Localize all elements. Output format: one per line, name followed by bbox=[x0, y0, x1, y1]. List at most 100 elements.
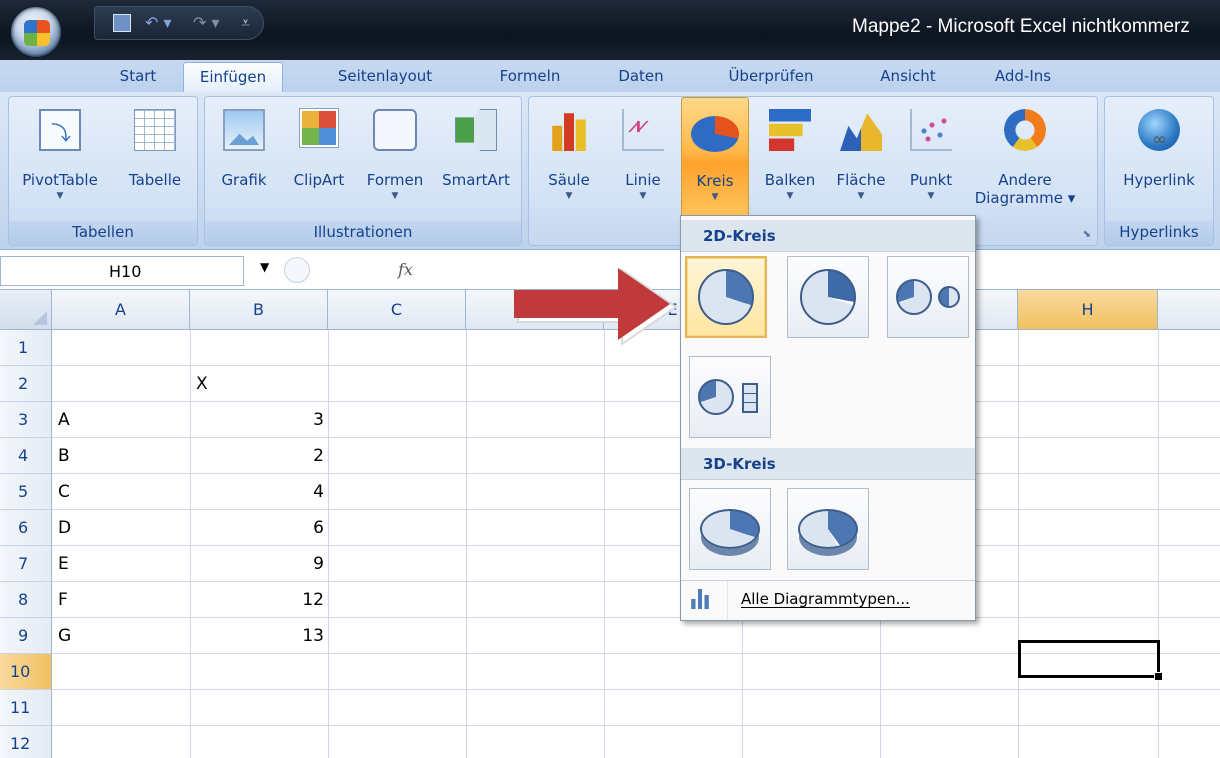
chevron-down-icon: ▼ bbox=[391, 191, 399, 201]
tab-ueberpruefen[interactable]: Überprüfen bbox=[713, 62, 829, 92]
row-header-3[interactable]: 3 bbox=[0, 402, 52, 438]
row-header-4[interactable]: 4 bbox=[0, 438, 52, 474]
row-header-2[interactable]: 2 bbox=[0, 366, 52, 402]
bar-chart-icon bbox=[769, 109, 811, 151]
exploded-pie-option[interactable] bbox=[787, 256, 869, 338]
formen-button[interactable]: Formen ▼ bbox=[357, 97, 433, 217]
pie-2d-option[interactable] bbox=[685, 256, 767, 338]
undo-icon[interactable]: ↶ ▾ bbox=[145, 13, 172, 32]
cell-a4[interactable]: B bbox=[58, 438, 70, 474]
section-header-2d-kreis: 2D-Kreis bbox=[681, 220, 975, 252]
tab-formeln[interactable]: Formeln bbox=[490, 62, 570, 92]
group-label-hyperlinks: Hyperlinks bbox=[1105, 221, 1213, 245]
scatter-chart-icon bbox=[910, 109, 952, 151]
cell-b3[interactable]: 3 bbox=[190, 402, 328, 438]
column-header-b[interactable]: B bbox=[190, 290, 328, 330]
row-header-12[interactable]: 12 bbox=[0, 726, 52, 758]
tabelle-button[interactable]: Tabelle bbox=[117, 97, 193, 217]
row-divider bbox=[52, 365, 1220, 366]
row-header-5[interactable]: 5 bbox=[0, 474, 52, 510]
row-header-6[interactable]: 6 bbox=[0, 510, 52, 546]
row-divider bbox=[52, 689, 1220, 690]
pie-of-pie-icon bbox=[896, 277, 960, 317]
row-header-10[interactable]: 10 bbox=[0, 654, 52, 690]
cell-b7[interactable]: 9 bbox=[190, 546, 328, 582]
clipart-button[interactable]: ClipArt bbox=[285, 97, 353, 217]
office-logo-icon bbox=[24, 20, 50, 46]
andere-diagramme-button[interactable]: Andere Diagramme ▾ bbox=[969, 97, 1081, 217]
cell-a3[interactable]: A bbox=[58, 402, 70, 438]
kreis-button[interactable]: Kreis ▼ bbox=[681, 97, 749, 217]
balken-button[interactable]: Balken ▼ bbox=[755, 97, 825, 217]
select-all-button[interactable] bbox=[0, 290, 52, 330]
column-header-i[interactable] bbox=[1158, 290, 1220, 330]
pivottable-label: PivotTable bbox=[22, 171, 98, 189]
exploded-pie-3d-icon bbox=[798, 509, 858, 549]
column-header-h[interactable]: H bbox=[1018, 290, 1158, 330]
cell-b9[interactable]: 13 bbox=[190, 618, 328, 654]
clipart-icon bbox=[299, 108, 339, 148]
exploded-pie-3d-option[interactable] bbox=[787, 488, 869, 570]
tab-daten[interactable]: Daten bbox=[608, 62, 674, 92]
tab-add-ins[interactable]: Add-Ins bbox=[984, 62, 1062, 92]
worksheet-grid[interactable]: A B C D E F G H 1 2 3 4 5 6 7 8 9 10 11 … bbox=[0, 290, 1220, 758]
tab-ansicht[interactable]: Ansicht bbox=[868, 62, 948, 92]
smartart-label: SmartArt bbox=[442, 171, 510, 189]
column-header-a[interactable]: A bbox=[52, 290, 190, 330]
chevron-down-icon: ▼ bbox=[927, 191, 935, 201]
punkt-button[interactable]: Punkt ▼ bbox=[899, 97, 963, 217]
redo-icon[interactable]: ↷ ▾ bbox=[193, 13, 220, 32]
saeule-button[interactable]: Säule ▼ bbox=[537, 97, 601, 217]
kreis-dropdown-menu: 2D-Kreis 3D-Kreis Alle Diagrammtypen... bbox=[680, 215, 976, 621]
row-header-1[interactable]: 1 bbox=[0, 330, 52, 366]
tab-einfuegen[interactable]: Einfügen bbox=[183, 62, 283, 92]
all-chart-types-item[interactable]: Alle Diagrammtypen... bbox=[681, 580, 975, 620]
smartart-button[interactable]: SmartArt bbox=[437, 97, 515, 217]
name-box[interactable]: H10 bbox=[0, 256, 244, 286]
pie-of-pie-option[interactable] bbox=[887, 256, 969, 338]
column-divider bbox=[466, 330, 467, 758]
bar-of-pie-option[interactable] bbox=[689, 356, 771, 438]
cell-a5[interactable]: C bbox=[58, 474, 70, 510]
tab-start[interactable]: Start bbox=[106, 62, 170, 92]
chevron-down-icon[interactable]: ▼ bbox=[260, 260, 269, 274]
linie-button[interactable]: Linie ▼ bbox=[609, 97, 677, 217]
cell-b5[interactable]: 4 bbox=[190, 474, 328, 510]
ribbon-tabs: Start Einfügen Seitenlayout Formeln Date… bbox=[0, 60, 1220, 92]
cell-a7[interactable]: E bbox=[58, 546, 69, 582]
insert-function-icon[interactable]: fx bbox=[398, 260, 413, 279]
bar-of-pie-icon bbox=[698, 377, 762, 417]
cell-b6[interactable]: 6 bbox=[190, 510, 328, 546]
save-icon[interactable] bbox=[113, 14, 131, 32]
punkt-label: Punkt bbox=[909, 171, 953, 189]
customize-qat-icon[interactable]: ⩡ bbox=[241, 13, 250, 33]
active-cell-h10[interactable] bbox=[1018, 640, 1163, 681]
ribbon: PivotTable ▼ Tabelle Tabellen Grafik Cli… bbox=[0, 92, 1220, 250]
pivottable-button[interactable]: PivotTable ▼ bbox=[17, 97, 103, 217]
row-header-9[interactable]: 9 bbox=[0, 618, 52, 654]
flaeche-button[interactable]: Fläche ▼ bbox=[827, 97, 895, 217]
formula-cancel-icon[interactable] bbox=[284, 257, 310, 283]
cell-a6[interactable]: D bbox=[58, 510, 71, 546]
cell-b8[interactable]: 12 bbox=[190, 582, 328, 618]
tab-seitenlayout[interactable]: Seitenlayout bbox=[322, 62, 448, 92]
row-header-8[interactable]: 8 bbox=[0, 582, 52, 618]
column-header-c[interactable]: C bbox=[328, 290, 466, 330]
hyperlink-button[interactable]: Hyperlink bbox=[1109, 97, 1209, 217]
row-header-7[interactable]: 7 bbox=[0, 546, 52, 582]
pie-3d-option[interactable] bbox=[689, 488, 771, 570]
cell-b4[interactable]: 2 bbox=[190, 438, 328, 474]
row-header-11[interactable]: 11 bbox=[0, 690, 52, 726]
grafik-button[interactable]: Grafik bbox=[213, 97, 275, 217]
column-divider bbox=[328, 330, 329, 758]
cell-b2[interactable]: X bbox=[196, 366, 208, 402]
dialog-launcher-icon[interactable]: ⬊ bbox=[1083, 229, 1091, 240]
cell-a9[interactable]: G bbox=[58, 618, 71, 654]
office-button[interactable] bbox=[10, 6, 62, 58]
red-arrow-annotation bbox=[514, 268, 678, 346]
all-chart-types-label: Alle Diagrammtypen... bbox=[741, 590, 910, 608]
cell-a8[interactable]: F bbox=[58, 582, 68, 618]
name-box-value: H10 bbox=[109, 262, 142, 281]
column-divider bbox=[604, 330, 605, 758]
column-divider bbox=[1158, 330, 1159, 758]
